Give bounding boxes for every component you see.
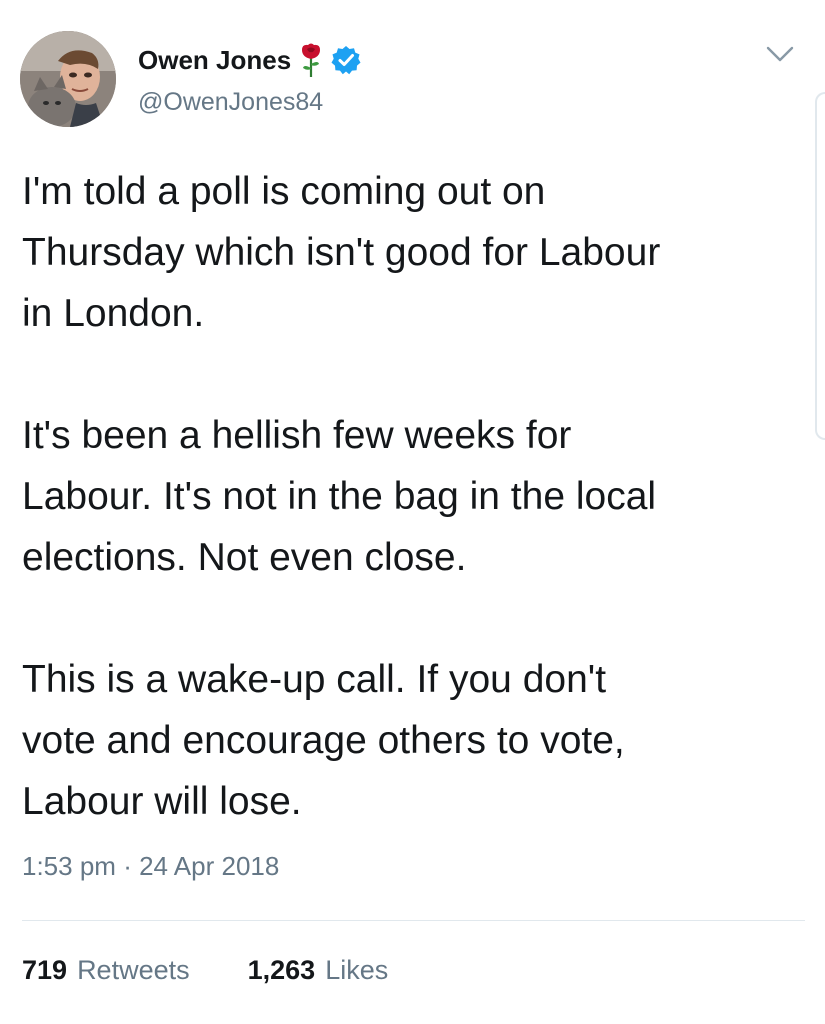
- likes-count: 1,263: [247, 955, 316, 985]
- avatar[interactable]: [20, 31, 116, 127]
- author-name-row: Owen Jones: [138, 42, 361, 78]
- chevron-down-icon[interactable]: [765, 42, 795, 66]
- tweet-timestamp[interactable]: 1:53 pm · 24 Apr 2018: [22, 851, 279, 882]
- retweets-label: Retweets: [77, 955, 190, 985]
- engagement-stats: 719 Retweets 1,263 Likes: [22, 955, 388, 986]
- author-display-name[interactable]: Owen Jones: [138, 45, 291, 76]
- retweets-count: 719: [22, 955, 68, 985]
- retweets-stat[interactable]: 719 Retweets: [22, 955, 190, 986]
- rose-icon: [299, 42, 323, 78]
- divider: [22, 920, 805, 921]
- tweet-time: 1:53 pm: [22, 851, 116, 881]
- likes-label: Likes: [325, 955, 389, 985]
- timestamp-separator: ·: [123, 851, 132, 881]
- avatar-image: [20, 31, 116, 127]
- likes-stat[interactable]: 1,263 Likes: [248, 955, 389, 986]
- scrollbar-edge: [815, 92, 825, 440]
- author-handle[interactable]: @OwenJones84: [138, 88, 323, 117]
- verified-icon: [331, 45, 361, 75]
- tweet-date: 24 Apr 2018: [139, 851, 280, 881]
- tweet-text: I'm told a poll is coming out on Thursda…: [22, 170, 661, 823]
